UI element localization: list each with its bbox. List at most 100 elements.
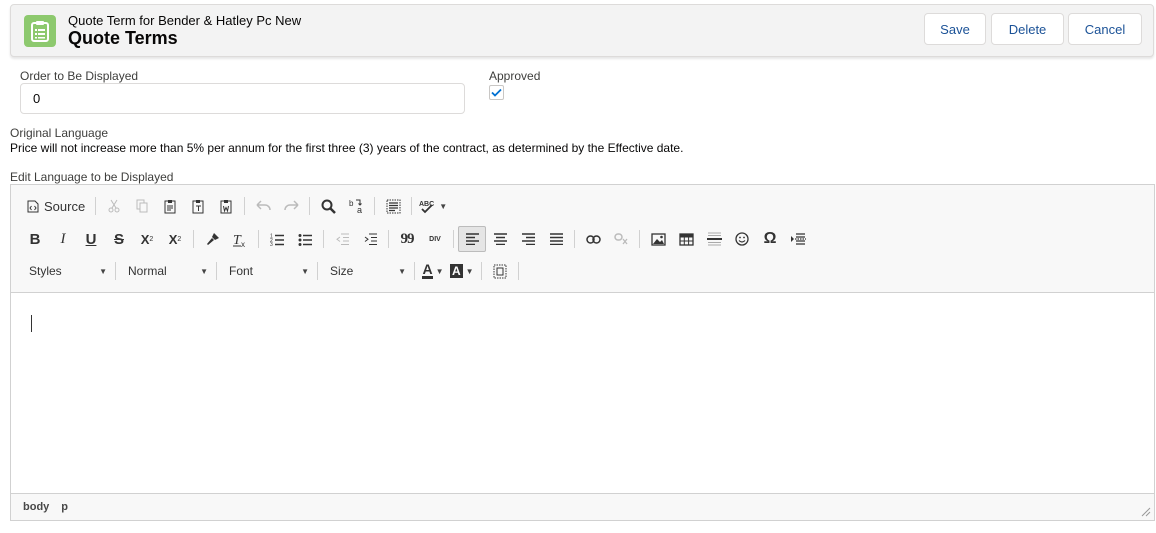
redo-icon: [283, 200, 299, 211]
link-button[interactable]: [579, 226, 607, 252]
replace-button[interactable]: ba: [342, 193, 370, 219]
justify-icon: [549, 233, 563, 245]
bulleted-list-icon: [298, 233, 312, 246]
smiley-icon: [735, 232, 749, 246]
align-left-button[interactable]: [458, 226, 486, 252]
justify-button[interactable]: [542, 226, 570, 252]
underline-icon: U: [85, 230, 97, 248]
page-break-button[interactable]: [784, 226, 812, 252]
italic-button[interactable]: I: [49, 226, 77, 252]
delete-button[interactable]: Delete: [991, 13, 1064, 45]
chevron-down-icon: ▼: [99, 266, 107, 276]
numbered-list-button[interactable]: 123: [263, 226, 291, 252]
remove-format-button[interactable]: Tx: [226, 226, 254, 252]
text-color-button[interactable]: A ▼: [419, 258, 447, 284]
create-div-button[interactable]: DIV: [421, 226, 449, 252]
paste-button[interactable]: [156, 193, 184, 219]
svg-text:b: b: [349, 199, 354, 208]
smiley-button[interactable]: [728, 226, 756, 252]
svg-text:x: x: [241, 240, 245, 247]
unlink-icon: [613, 233, 628, 245]
spellcheck-button[interactable]: ABC ▼: [416, 193, 450, 219]
find-button[interactable]: [314, 193, 342, 219]
clear-format-icon: Tx: [233, 233, 245, 247]
horizontal-line-button[interactable]: [700, 226, 728, 252]
cut-button[interactable]: [100, 193, 128, 219]
paste-word-button[interactable]: [212, 193, 240, 219]
resize-handle-icon[interactable]: [1141, 507, 1151, 517]
path-body[interactable]: body: [23, 501, 49, 513]
undo-button[interactable]: [249, 193, 277, 219]
bold-button[interactable]: B: [21, 226, 49, 252]
paste-text-icon: [192, 199, 204, 213]
paste-word-icon: [220, 199, 232, 213]
edit-language-label: Edit Language to be Displayed: [10, 170, 174, 184]
select-all-button[interactable]: [379, 193, 407, 219]
image-button[interactable]: [644, 226, 672, 252]
chevron-down-icon: ▼: [439, 201, 448, 211]
clipboard-icon: [24, 15, 56, 47]
redo-button[interactable]: [277, 193, 305, 219]
chevron-down-icon: ▼: [301, 266, 309, 276]
order-input[interactable]: [20, 83, 465, 114]
align-right-button[interactable]: [514, 226, 542, 252]
styles-combo-label: Styles: [29, 264, 62, 278]
scissors-icon: [108, 199, 120, 213]
source-button[interactable]: Source: [21, 193, 91, 219]
chevron-down-icon: ▼: [398, 266, 406, 276]
page-break-icon: [791, 233, 806, 245]
underline-button[interactable]: U: [77, 226, 105, 252]
svg-text:ABC: ABC: [419, 201, 434, 208]
font-combo[interactable]: Font ▼: [221, 259, 313, 283]
table-icon: [678, 232, 694, 246]
italic-icon: I: [60, 230, 66, 247]
save-button[interactable]: Save: [924, 13, 986, 45]
table-button[interactable]: [672, 226, 700, 252]
copy-button[interactable]: [128, 193, 156, 219]
special-char-button[interactable]: Ω: [756, 226, 784, 252]
superscript-button[interactable]: X2: [161, 226, 189, 252]
svg-text:a: a: [357, 205, 362, 214]
subscript-button[interactable]: X2: [133, 226, 161, 252]
path-p[interactable]: p: [61, 501, 68, 513]
spellcheck-icon: ABC: [419, 201, 434, 213]
size-combo-label: Size: [330, 264, 354, 278]
align-center-button[interactable]: [486, 226, 514, 252]
format-combo[interactable]: Normal ▼: [120, 259, 212, 283]
outdent-button[interactable]: [328, 226, 356, 252]
replace-icon: ba: [349, 199, 362, 214]
div-icon: DIV: [429, 235, 441, 243]
omega-icon: Ω: [763, 230, 777, 247]
approved-label: Approved: [489, 69, 541, 83]
undo-icon: [256, 200, 271, 211]
blockquote-button[interactable]: 99: [393, 226, 421, 252]
strikethrough-button[interactable]: S: [105, 226, 133, 252]
size-combo[interactable]: Size ▼: [322, 259, 410, 283]
bulleted-list-button[interactable]: [291, 226, 319, 252]
record-header: Quote Term for Bender & Hatley Pc New Qu…: [10, 4, 1154, 57]
copy-formatting-button[interactable]: [198, 226, 226, 252]
original-language-text: Price will not increase more than 5% per…: [10, 141, 684, 155]
paintbrush-icon: [206, 232, 219, 245]
outdent-icon: [335, 233, 349, 245]
format-combo-label: Normal: [128, 264, 167, 278]
paste-text-button[interactable]: [184, 193, 212, 219]
approved-checkbox[interactable]: [489, 85, 504, 100]
chevron-down-icon: ▼: [435, 266, 444, 276]
superscript-icon: X: [168, 231, 178, 247]
search-icon: [321, 199, 336, 214]
horizontal-line-icon: [706, 232, 722, 246]
editor-content-area[interactable]: [11, 293, 1154, 493]
original-language-label: Original Language: [10, 126, 109, 140]
unlink-button[interactable]: [607, 226, 635, 252]
cancel-button[interactable]: Cancel: [1068, 13, 1142, 45]
align-right-icon: [521, 233, 535, 245]
show-blocks-button[interactable]: [486, 258, 514, 284]
svg-text:3: 3: [270, 242, 273, 246]
indent-button[interactable]: [356, 226, 384, 252]
text-cursor: [31, 315, 32, 332]
background-color-button[interactable]: A ▼: [447, 258, 477, 284]
bold-icon: B: [29, 230, 41, 248]
image-icon: [650, 232, 666, 246]
styles-combo[interactable]: Styles ▼: [21, 259, 111, 283]
